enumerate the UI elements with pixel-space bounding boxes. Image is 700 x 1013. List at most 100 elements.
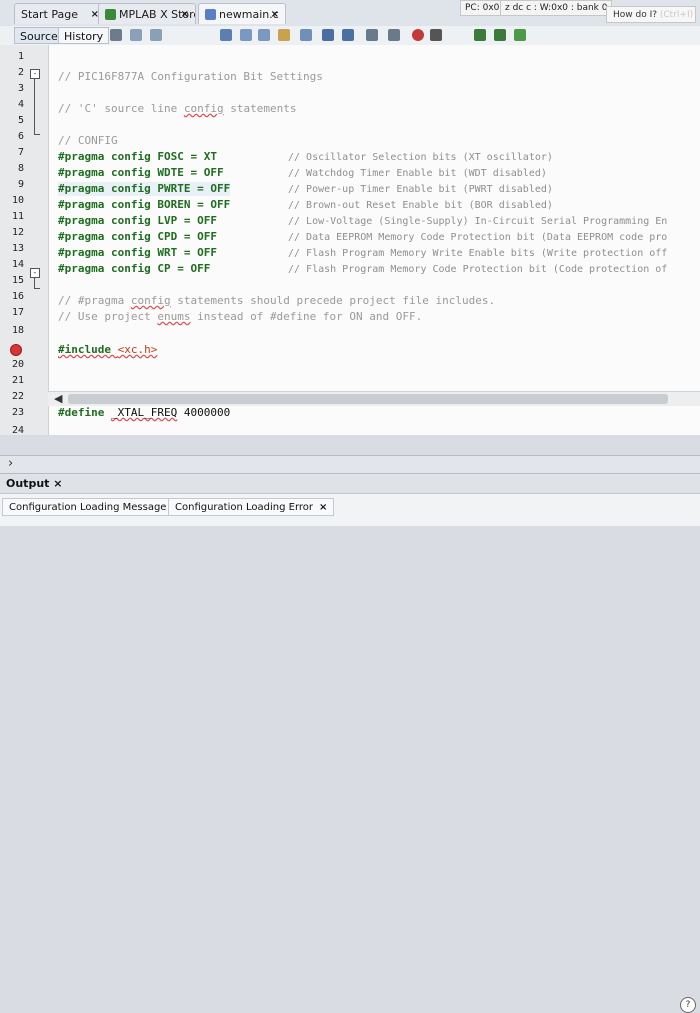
line-number: 17 <box>11 307 24 318</box>
code-line-7: #pragma config FOSC = XT <box>58 150 217 163</box>
tab-mplab-store[interactable]: MPLAB X Store × <box>98 3 196 24</box>
forward-icon[interactable] <box>150 29 162 41</box>
line-number: 5 <box>17 115 24 126</box>
code-line-16: // #pragma config statements should prec… <box>58 294 496 307</box>
config-comment: // Power-up Timer Enable bit (PWRT disab… <box>288 184 553 195</box>
config-comment: // Watchdog Timer Enable bit (WDT disabl… <box>288 168 547 179</box>
tab-label: Start Page <box>21 8 78 21</box>
line-number: 7 <box>17 147 24 158</box>
panel-divider[interactable]: › <box>0 455 700 474</box>
horizontal-scrollbar[interactable]: ◀ <box>48 391 700 406</box>
search-input[interactable]: How do I? (Ctrl+I) <box>606 6 696 23</box>
start-macro-icon[interactable] <box>412 29 424 41</box>
fold-guide-end <box>34 134 40 135</box>
code-line-17: // Use project enums instead of #define … <box>58 310 423 323</box>
next-bookmark-icon[interactable] <box>342 29 354 41</box>
scroll-left-icon[interactable]: ◀ <box>54 392 62 405</box>
code-line-14: #pragma config CP = OFF <box>58 262 211 275</box>
toggle-bookmark-icon[interactable] <box>300 29 312 41</box>
line-number: 14 <box>11 259 24 270</box>
error-marker-icon[interactable] <box>10 344 22 356</box>
code-line-13: #pragma config WRT = OFF <box>58 246 217 259</box>
code-line-19: #include <xc.h> <box>58 343 158 356</box>
tab-config-loading-error[interactable]: Configuration Loading Error × <box>168 498 335 516</box>
line-number: 6 <box>17 131 24 142</box>
find-next-icon[interactable] <box>258 29 270 41</box>
line-number: 23 <box>11 407 24 418</box>
line-number: 2 <box>17 67 24 78</box>
shift-left-icon[interactable] <box>366 29 378 41</box>
tab-close-icon[interactable]: × <box>181 4 189 24</box>
line-number: 4 <box>17 99 24 110</box>
line-number: 22 <box>11 391 24 402</box>
line-number: 16 <box>11 291 24 302</box>
stop-macro-icon[interactable] <box>430 29 442 41</box>
history-view-button[interactable]: History <box>58 27 110 44</box>
code-line-8: #pragma config WDTE = OFF <box>58 166 224 179</box>
search-icon[interactable] <box>220 29 232 41</box>
code-line-6: // CONFIG <box>58 134 118 147</box>
line-number: 18 <box>11 325 24 336</box>
line-number: 1 <box>17 51 24 62</box>
fold-guide <box>34 79 35 134</box>
find-prev-icon[interactable] <box>240 29 252 41</box>
shift-right-icon[interactable] <box>388 29 400 41</box>
config-comment: // Oscillator Selection bits (XT oscilla… <box>288 152 553 163</box>
tab-close-icon[interactable]: × <box>319 502 327 513</box>
last-edit-icon[interactable] <box>110 29 122 41</box>
config-comment: // Brown-out Reset Enable bit (BOR disab… <box>288 200 553 211</box>
config-comment: // Data EEPROM Memory Code Protection bi… <box>288 232 668 243</box>
output-title[interactable]: Output × <box>6 477 62 490</box>
bank-status: z dc c : W:0x0 : bank 0 <box>500 0 613 16</box>
help-icon[interactable]: ? <box>680 997 696 1013</box>
line-number: 21 <box>11 375 24 386</box>
output-tab-bar: Configuration Loading Message× Configura… <box>0 493 700 1013</box>
code-line-12: #pragma config CPD = OFF <box>58 230 217 243</box>
uncomment-icon[interactable] <box>494 29 506 41</box>
code-line-10: #pragma config BOREN = OFF <box>58 198 231 211</box>
config-comment: // Flash Program Memory Code Protection … <box>288 264 668 275</box>
c-file-icon <box>205 9 216 20</box>
comment-icon[interactable] <box>474 29 486 41</box>
scrollbar-thumb[interactable] <box>68 394 668 404</box>
line-number: 24 <box>11 425 24 436</box>
editor-tab-bar: Start Page × MPLAB X Store × newmain.c ×… <box>0 0 700 27</box>
fold-toggle-icon[interactable]: - <box>30 69 40 79</box>
toggle-highlight-icon[interactable] <box>278 29 290 41</box>
fold-guide-end <box>34 288 40 289</box>
code-line-23: #define _XTAL_FREQ 4000000 <box>58 406 231 419</box>
code-line-4: // 'C' source line config statements <box>58 102 297 115</box>
line-number: 10 <box>11 195 24 206</box>
code-editor[interactable]: 1 2 3 4 5 6 7 8 9 10 11 12 13 14 15 16 17 18 20 21 22 23 24 - … <box>0 45 700 436</box>
fold-guide <box>34 278 35 288</box>
config-comment: // Flash Program Memory Write Enable bit… <box>288 248 668 259</box>
line-number-gutter: 1 2 3 4 5 6 7 8 9 10 11 12 13 14 15 16 17 18 20 21 22 23 24 - … <box>0 45 49 436</box>
pc-status: PC: 0x0 <box>460 0 505 16</box>
line-number: 11 <box>11 211 24 222</box>
line-number: 3 <box>17 83 24 94</box>
line-number: 15 <box>11 275 24 286</box>
code-line-9: #pragma config PWRTE = OFF <box>58 182 231 196</box>
line-number: 13 <box>11 243 24 254</box>
source-view-button[interactable]: Source <box>14 27 64 44</box>
config-comment: // Low-Voltage (Single-Supply) In-Circui… <box>288 216 668 227</box>
fold-toggle-icon[interactable]: - <box>30 268 40 278</box>
prev-bookmark-icon[interactable] <box>322 29 334 41</box>
line-number: 8 <box>17 163 24 174</box>
output-panel-header: Output × <box>0 473 700 494</box>
code-line-11: #pragma config LVP = OFF <box>58 214 217 227</box>
mplab-icon <box>105 9 116 20</box>
line-number: 12 <box>11 227 24 238</box>
tab-config-loading-message[interactable]: Configuration Loading Message× <box>2 498 188 516</box>
code-line-2: // PIC16F877A Configuration Bit Settings <box>58 70 323 83</box>
format-icon[interactable] <box>514 29 526 41</box>
tab-start-page[interactable]: Start Page × <box>14 3 106 24</box>
editor-toolbar: Source History <box>0 26 700 46</box>
output-close-icon[interactable]: × <box>53 477 62 490</box>
tab-newmain[interactable]: newmain.c × <box>198 3 286 24</box>
line-number: 20 <box>11 359 24 370</box>
line-number: 9 <box>17 179 24 190</box>
back-icon[interactable] <box>130 29 142 41</box>
expand-chevron-icon[interactable]: › <box>8 456 13 471</box>
tab-close-icon[interactable]: × <box>271 4 279 24</box>
